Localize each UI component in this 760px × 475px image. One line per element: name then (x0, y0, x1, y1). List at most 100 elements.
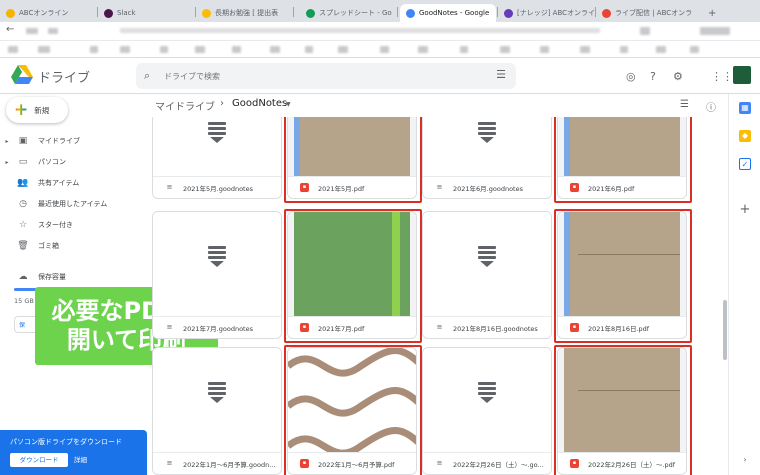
blurred-bookmark[interactable] (620, 46, 628, 53)
expand-arrow-icon[interactable]: ▸ (2, 138, 12, 145)
help-icon[interactable]: ? (650, 70, 656, 83)
sidebar: + 新規 ▸ ▣ マイドライブ ▸ ▭ パソコン 👥 共有アイテム ◷ 最近使用したアイテム ☆ スタ… (0, 94, 150, 475)
sidebar-item[interactable]: 🗑 ゴミ箱 (0, 237, 59, 255)
browser-tab[interactable]: [ナレッジ] ABCオンライン (498, 4, 594, 22)
pdf-file-icon: ▪ (570, 459, 579, 468)
blurred-bookmark[interactable] (418, 46, 428, 53)
file-card[interactable]: ≡ 2021年5月.goodnotes (152, 117, 282, 199)
calendar-icon[interactable]: ▦ (739, 102, 751, 114)
file-card[interactable]: ≡ 2021年6月.goodnotes (422, 117, 552, 199)
file-card[interactable]: ≡ 2022年2月26日（土）〜.go... (422, 347, 552, 475)
browser-tab[interactable]: スプレッドシート - Go (300, 4, 396, 22)
add-addon-icon[interactable]: + (739, 203, 751, 216)
blurred-bookmark[interactable] (460, 46, 468, 53)
file-card[interactable]: ▪ 2021年5月.pdf (287, 117, 417, 199)
sidebar-item[interactable]: ◷ 最近使用したアイテム (0, 195, 107, 213)
blurred-bookmark[interactable] (656, 46, 666, 53)
blurred-bookmark[interactable] (38, 46, 50, 53)
new-tab-icon[interactable]: + (702, 4, 722, 22)
breadcrumb-separator-icon: › (220, 98, 224, 109)
blurred-bookmark[interactable] (8, 46, 18, 53)
goodnotes-file-icon: ≡ (166, 183, 173, 191)
browser-tab[interactable]: GoodNotes - Google (400, 4, 496, 22)
storage-item[interactable]: ☁ 保存容量 (0, 268, 67, 286)
tab-favicon-icon (504, 8, 513, 18)
file-name-bar: ▪ 2021年8月16日.pdf (558, 316, 686, 338)
file-card[interactable]: ▪ 2022年2月26日（土）〜.pdf (557, 347, 687, 475)
blurred-bookmark[interactable] (500, 46, 510, 53)
blurred-bookmark[interactable] (270, 46, 280, 53)
file-card[interactable]: ▪ 2021年7月.pdf (287, 211, 417, 339)
new-button-label: 新規 (34, 105, 50, 115)
scrollbar[interactable] (723, 300, 727, 360)
expand-arrow-icon[interactable]: ▸ (2, 159, 12, 166)
search-box[interactable]: ⌕ ☰ (136, 63, 516, 89)
chevron-down-icon[interactable]: ▼ (286, 101, 291, 108)
download-button[interactable]: ダウンロード (10, 453, 68, 467)
download-drive-panel: パソコン版ドライブをダウンロード ダウンロード 詳細 (0, 430, 147, 475)
search-options-icon[interactable]: ☰ (496, 68, 506, 81)
goodnotes-file-icon: ≡ (436, 323, 443, 331)
keep-icon[interactable]: ◆ (739, 130, 751, 142)
goodnotes-file-icon (208, 382, 226, 405)
blurred-bookmark[interactable] (540, 46, 549, 53)
file-name-bar: ▪ 2022年1月〜6月予算.pdf (288, 452, 416, 474)
tab-divider (293, 7, 294, 17)
search-icon[interactable]: ⌕ (144, 69, 150, 83)
collapse-panel-icon[interactable]: › (739, 454, 751, 466)
breadcrumb-current[interactable]: GoodNotes (232, 98, 287, 109)
sidebar-item[interactable]: 👥 共有アイテム (0, 174, 79, 192)
blurred-bookmark[interactable] (120, 46, 130, 53)
tab-divider (397, 7, 398, 17)
drive-header: ドライブ ⌕ ☰ ◎ ? ⚙ ⋮⋮ (0, 58, 760, 94)
back-icon[interactable]: ← (6, 24, 14, 35)
search-input[interactable] (164, 68, 464, 84)
tab-label: スプレッドシート - Go (319, 9, 392, 17)
blurred-bookmark[interactable] (160, 46, 168, 53)
blurred-bookmark[interactable] (380, 46, 389, 53)
browser-tab[interactable]: Slack (98, 4, 194, 22)
sidebar-item-label: 最近使用したアイテム (38, 200, 108, 208)
file-name-bar: ≡ 2021年5月.goodnotes (153, 176, 281, 198)
sidebar-item-label: 共有アイテム (38, 179, 80, 187)
sidebar-item[interactable]: ▸ ▭ パソコン (0, 153, 66, 171)
blurred-bookmark[interactable] (90, 46, 98, 53)
tasks-icon[interactable]: ✓ (739, 158, 751, 170)
blurred-bookmark[interactable] (195, 46, 205, 53)
blurred-bookmark[interactable] (305, 46, 313, 53)
file-card[interactable]: ≡ 2022年1月〜6月予算.goodn... (152, 347, 282, 475)
breadcrumb-root[interactable]: マイドライブ (155, 98, 215, 113)
browser-tab[interactable]: ABCオンライン (0, 4, 96, 22)
address-bar[interactable]: ← (0, 22, 760, 41)
file-card[interactable]: ≡ 2021年8月16日.goodnotes (422, 211, 552, 339)
pdf-file-icon: ▪ (300, 323, 309, 332)
file-card[interactable]: ≡ 2021年7月.goodnotes (152, 211, 282, 339)
file-card[interactable]: ▪ 2021年6月.pdf (557, 117, 687, 199)
file-card[interactable]: ▪ 2022年1月〜6月予算.pdf (287, 347, 417, 475)
file-card[interactable]: ▪ 2021年8月16日.pdf (557, 211, 687, 339)
sidebar-item[interactable]: ☆ スター付き (0, 216, 73, 234)
blurred-bookmark[interactable] (338, 46, 348, 53)
info-icon[interactable]: ⓘ (706, 99, 716, 114)
new-button[interactable]: + 新規 (6, 97, 68, 123)
sidebar-item[interactable]: ▸ ▣ マイドライブ (0, 132, 80, 150)
settings-gear-icon[interactable]: ⚙ (673, 70, 683, 83)
blurred-bookmark[interactable] (580, 46, 590, 53)
blurred-bookmark[interactable] (232, 46, 241, 53)
blurred-region (700, 27, 730, 35)
offline-status-icon[interactable]: ◎ (626, 70, 636, 83)
apps-grid-icon[interactable]: ⋮⋮ (711, 70, 733, 83)
trash-icon: 🗑 (17, 241, 29, 251)
file-thumbnail (423, 117, 551, 178)
file-name: 2022年1月〜6月予算.pdf (318, 460, 395, 469)
details-link[interactable]: 詳細 (74, 453, 87, 467)
list-view-icon[interactable]: ☰ (680, 99, 689, 110)
browser-tab[interactable]: ライブ配信 | ABCオンライン (596, 4, 692, 22)
blurred-bookmark[interactable] (690, 46, 699, 53)
browser-tab[interactable]: 長期お勉強 [ 提出表 (196, 4, 292, 22)
drive-logo-icon[interactable] (11, 65, 33, 84)
file-name: 2021年8月16日.goodnotes (453, 324, 538, 333)
file-thumbnail (153, 212, 281, 318)
account-avatar[interactable] (733, 66, 751, 84)
file-name: 2021年7月.pdf (318, 324, 365, 333)
